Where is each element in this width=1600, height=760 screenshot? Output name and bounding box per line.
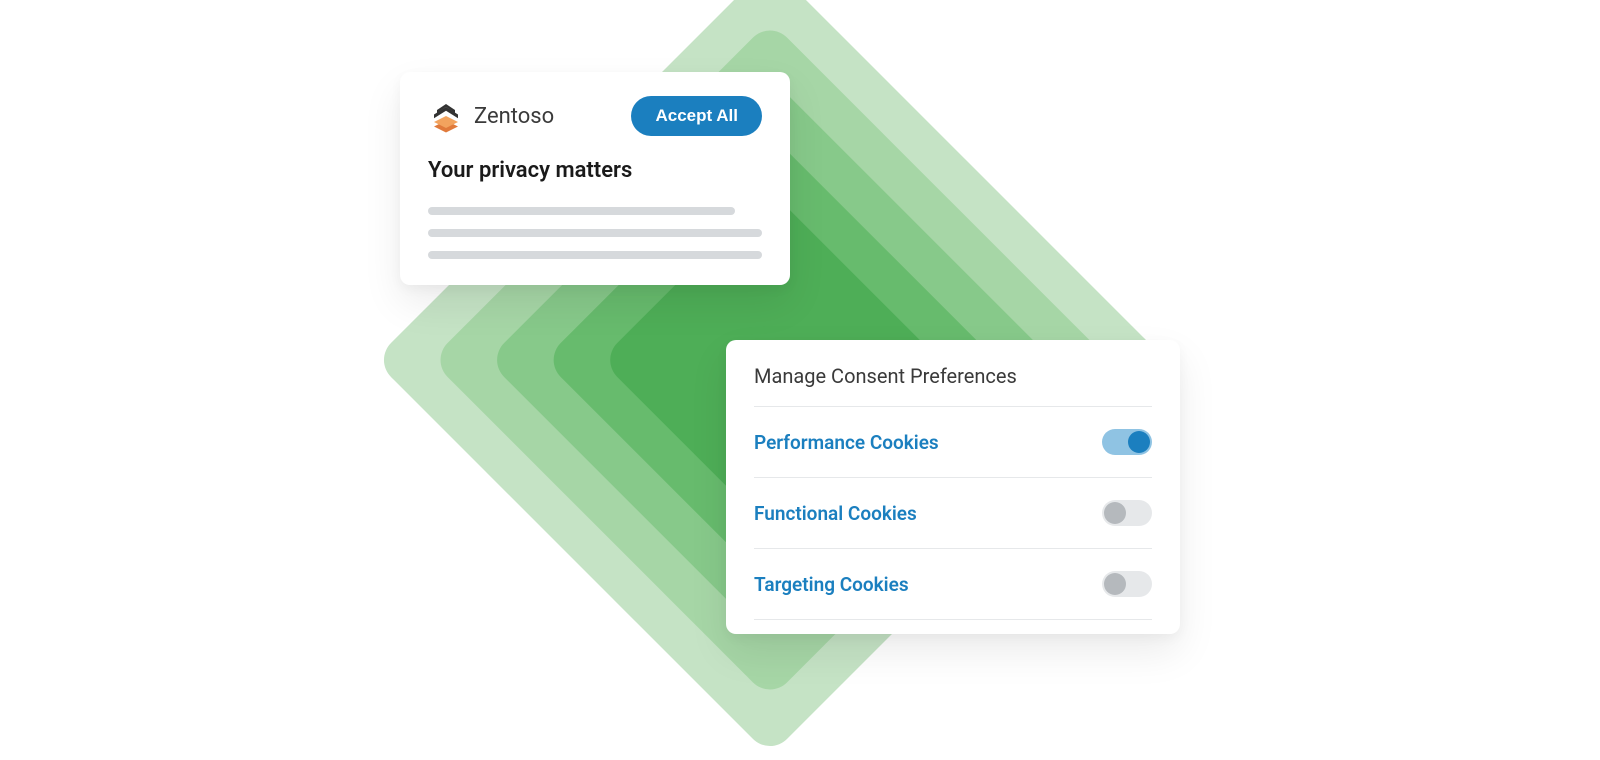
accept-all-button[interactable]: Accept All	[631, 96, 762, 136]
zentoso-logo-icon	[428, 98, 464, 134]
consent-row-functional: Functional Cookies	[754, 478, 1152, 549]
placeholder-text-line	[428, 251, 762, 259]
consent-preferences-card: Manage Consent Preferences Performance C…	[726, 340, 1180, 634]
placeholder-text-line	[428, 207, 735, 215]
brand-name: Zentoso	[474, 104, 554, 129]
functional-cookies-toggle[interactable]	[1102, 500, 1152, 526]
toggle-knob	[1104, 573, 1126, 595]
consent-row-label: Targeting Cookies	[754, 573, 909, 596]
performance-cookies-toggle[interactable]	[1102, 429, 1152, 455]
targeting-cookies-toggle[interactable]	[1102, 571, 1152, 597]
brand-block: Zentoso	[428, 98, 554, 134]
consent-row-label: Functional Cookies	[754, 502, 917, 525]
privacy-card-header: Zentoso Accept All	[428, 96, 762, 136]
toggle-knob	[1128, 431, 1150, 453]
toggle-knob	[1104, 502, 1126, 524]
consent-row-targeting: Targeting Cookies	[754, 549, 1152, 620]
placeholder-text-line	[428, 229, 762, 237]
privacy-headline: Your privacy matters	[428, 158, 762, 183]
consent-card-title: Manage Consent Preferences	[754, 364, 1152, 407]
privacy-notice-card: Zentoso Accept All Your privacy matters	[400, 72, 790, 285]
consent-row-performance: Performance Cookies	[754, 407, 1152, 478]
consent-row-label: Performance Cookies	[754, 431, 939, 454]
